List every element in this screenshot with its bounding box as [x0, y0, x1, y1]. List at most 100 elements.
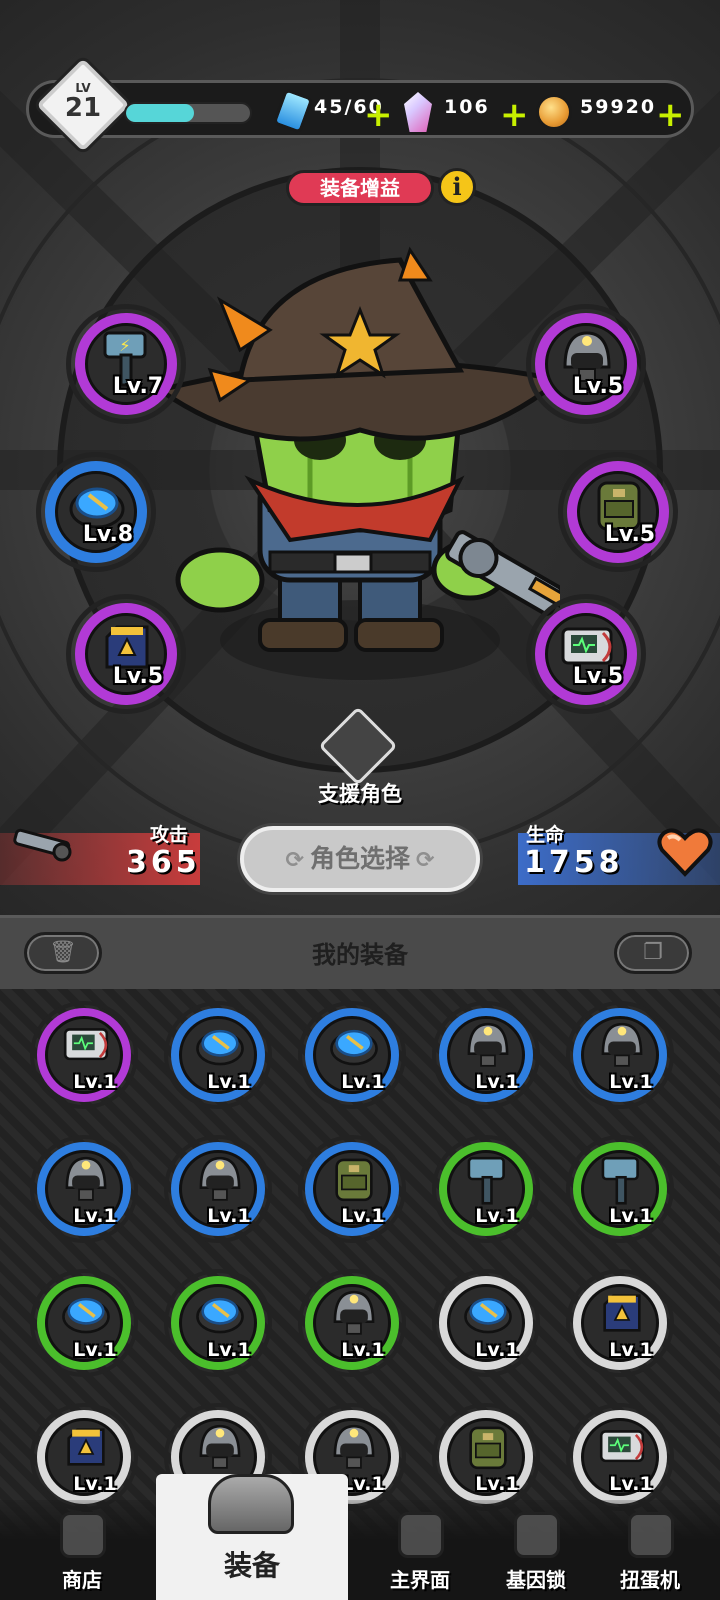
helmet-icon [601, 1022, 643, 1067]
inventory-item[interactable]: Lv.1 [566, 1001, 674, 1109]
hp-label: 生命 [526, 824, 565, 846]
item-level: Lv.1 [475, 1205, 519, 1227]
inventory-item[interactable]: Lv.1 [432, 1403, 540, 1511]
item-level: Lv.1 [341, 1071, 385, 1093]
crystal-value: 106 [444, 96, 490, 118]
gauntlet-icon [67, 1428, 105, 1466]
nav-main[interactable]: 主界面 [360, 1506, 480, 1600]
hp-value: 1758 [524, 845, 624, 880]
nav-gene-lock-label: 基因锁 [506, 1568, 566, 1592]
equipped-slot-weapon[interactable]: ⚡ Lv.7 [66, 304, 186, 424]
copy-icon: ❐ [643, 940, 663, 965]
backpack-icon [335, 1158, 373, 1202]
nav-main-label: 主界面 [390, 1568, 450, 1592]
item-level: Lv.1 [73, 1205, 117, 1227]
inventory-item[interactable]: Lv.1 [566, 1135, 674, 1243]
slot-level: Lv.5 [572, 664, 624, 689]
inventory-item[interactable]: Lv.1 [432, 1001, 540, 1109]
medkit-icon [599, 1430, 645, 1463]
inventory-item[interactable]: Lv.1 [30, 1001, 138, 1109]
shield-disc-icon [196, 1029, 244, 1066]
attack-label: 攻击 [150, 824, 189, 846]
add-crystal-button[interactable]: + [500, 98, 529, 132]
item-level: Lv.1 [341, 1339, 385, 1361]
item-level: Lv.1 [73, 1071, 117, 1093]
info-icon[interactable]: i [438, 168, 476, 206]
item-level: Lv.1 [341, 1205, 385, 1227]
helmet-icon [333, 1290, 375, 1335]
equipped-slot-shield[interactable]: Lv.8 [36, 452, 156, 572]
add-energy-button[interactable]: + [364, 98, 393, 132]
nav-shop-label: 商店 [62, 1568, 102, 1592]
inventory-item[interactable]: Lv.1 [164, 1001, 272, 1109]
item-level: Lv.1 [207, 1205, 251, 1227]
inventory-item[interactable]: Lv.1 [30, 1269, 138, 1377]
nav-equipment[interactable]: 装备 [156, 1474, 348, 1600]
inventory-item[interactable]: Lv.1 [566, 1269, 674, 1377]
xp-bar-fill [126, 104, 195, 122]
nav-gene-lock[interactable]: 基因锁 [476, 1506, 596, 1600]
item-level: Lv.1 [207, 1339, 251, 1361]
shield-disc-icon [330, 1029, 378, 1066]
equipped-slot-backpack[interactable]: Lv.5 [558, 452, 678, 572]
helmet-icon [333, 1424, 375, 1469]
item-level: Lv.1 [475, 1339, 519, 1361]
attack-value: 365 [126, 845, 201, 880]
add-coin-button[interactable]: + [656, 98, 685, 132]
home-icon [398, 1512, 444, 1558]
item-level: Lv.1 [609, 1205, 653, 1227]
inventory-item[interactable]: Lv.1 [298, 1135, 406, 1243]
item-level: Lv.1 [609, 1339, 653, 1361]
character-select-button[interactable]: ⟳ 角色选择 ⟳ [240, 826, 480, 892]
inventory-item[interactable]: Lv.1 [432, 1269, 540, 1377]
shield-disc-icon [196, 1297, 244, 1334]
item-level: Lv.1 [609, 1071, 653, 1093]
medkit-icon [63, 1028, 109, 1061]
shield-disc-icon [62, 1297, 110, 1334]
hammer-icon [467, 1156, 505, 1205]
my-equipment-title: 我的装备 [312, 941, 408, 969]
dna-icon [514, 1512, 560, 1558]
equipped-slot-helmet[interactable]: Lv.5 [526, 304, 646, 424]
item-level: Lv.1 [475, 1071, 519, 1093]
slot-level: Lv.5 [604, 522, 656, 547]
nav-gacha[interactable]: 扭蛋机 [590, 1506, 710, 1600]
helmet-icon [65, 1156, 107, 1201]
backpack-icon [469, 1426, 507, 1470]
gauntlet-icon [603, 1294, 641, 1332]
inventory-item[interactable]: Lv.1 [30, 1403, 138, 1511]
merge-button[interactable]: ❐ [614, 932, 692, 974]
equipped-slot-gloves[interactable]: Lv.5 [66, 594, 186, 714]
nav-gacha-label: 扭蛋机 [620, 1568, 680, 1592]
inventory-item[interactable]: Lv.1 [298, 1269, 406, 1377]
inventory-item[interactable]: Lv.1 [164, 1269, 272, 1377]
coin-value: 59920 [580, 96, 657, 118]
inventory-item[interactable]: Lv.1 [298, 1001, 406, 1109]
slot-level: Lv.7 [112, 374, 164, 399]
level-value: 21 [64, 93, 102, 123]
coin-icon [536, 94, 572, 130]
inventory-item[interactable]: Lv.1 [30, 1135, 138, 1243]
equipment-icon [208, 1474, 294, 1534]
character-select-label: 角色选择 [309, 844, 410, 873]
shield-disc-icon [464, 1297, 512, 1334]
xp-bar [124, 102, 252, 124]
equipped-slot-medkit[interactable]: Lv.5 [526, 594, 646, 714]
slot-level: Lv.5 [572, 374, 624, 399]
support-character-label: 支援角色 [318, 782, 402, 806]
level-text: LV 21 [56, 82, 110, 122]
nav-shop[interactable]: 商店 [22, 1506, 142, 1600]
gacha-icon [628, 1512, 674, 1558]
helmet-icon [199, 1156, 241, 1201]
equipment-bonus-button[interactable]: 装备增益 [286, 170, 434, 206]
shop-icon [60, 1512, 106, 1558]
helmet-icon [467, 1022, 509, 1067]
slot-level: Lv.8 [82, 522, 134, 547]
item-level: Lv.1 [73, 1473, 117, 1495]
hammer-icon [601, 1156, 639, 1205]
inventory-item[interactable]: Lv.1 [566, 1403, 674, 1511]
item-level: Lv.1 [609, 1473, 653, 1495]
inventory-item[interactable]: Lv.1 [432, 1135, 540, 1243]
item-level: Lv.1 [73, 1339, 117, 1361]
inventory-item[interactable]: Lv.1 [164, 1135, 272, 1243]
